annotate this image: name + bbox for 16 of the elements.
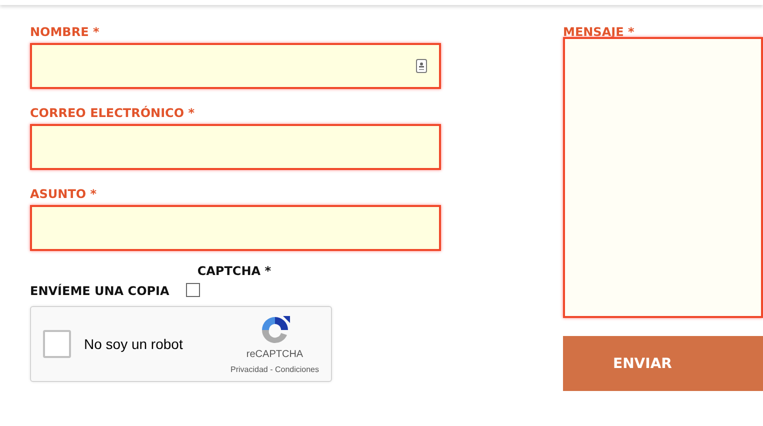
field-label: ASUNTO * bbox=[30, 186, 98, 203]
robot-checkbox[interactable] bbox=[43, 330, 71, 358]
input-field[interactable] bbox=[30, 124, 441, 170]
captcha-label: CAPTCHA * bbox=[197, 264, 271, 278]
field-label: CORREO ELECTRÓNICO * bbox=[30, 105, 196, 122]
message-field[interactable] bbox=[563, 37, 763, 318]
field-label: MENSAJE * bbox=[563, 24, 636, 37]
copy-label: ENVÍEME UNA COPIA bbox=[30, 284, 170, 298]
input-field[interactable] bbox=[30, 43, 441, 89]
recaptcha-brand: reCAPTCHA bbox=[246, 349, 304, 360]
robot-label: No soy un robot bbox=[84, 336, 184, 352]
copy-checkbox[interactable] bbox=[186, 283, 200, 297]
input-field[interactable] bbox=[30, 205, 441, 251]
privacy-terms-link[interactable]: Privacidad - Condiciones bbox=[230, 365, 319, 374]
contact-card-icon[interactable] bbox=[416, 59, 427, 73]
field-label: NOMBRE * bbox=[30, 24, 100, 41]
